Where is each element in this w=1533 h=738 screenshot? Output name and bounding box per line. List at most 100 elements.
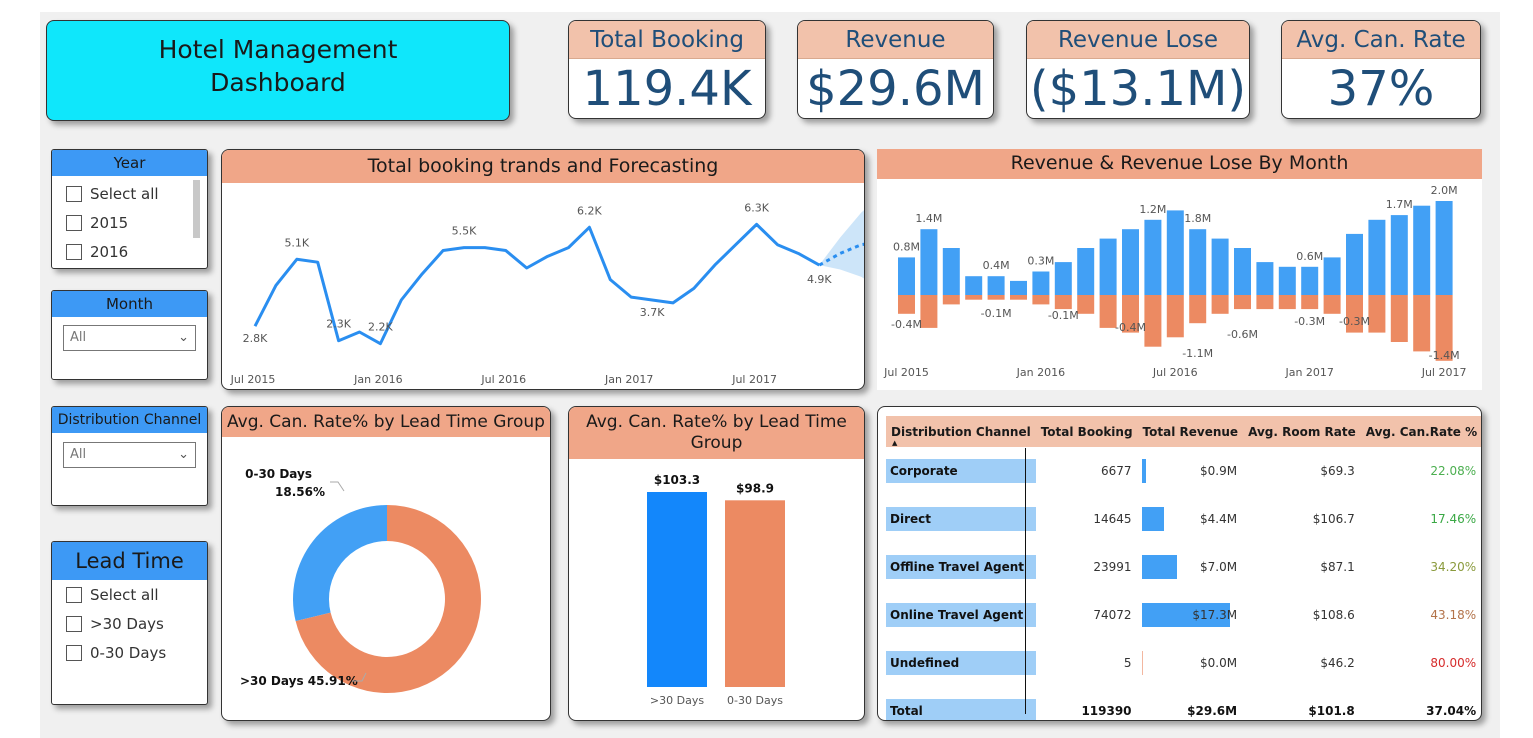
checkbox-empty-icon[interactable] <box>66 616 82 632</box>
revenue-bar <box>1278 266 1296 295</box>
channel-name: Offline Travel Agent <box>886 555 1036 579</box>
year-slicer: Year Select all 2015 2016 <box>51 149 208 269</box>
revenue-bar <box>987 276 1005 295</box>
cell-channel: Direct <box>886 495 1036 543</box>
data-label-bottom: -0.6M <box>1227 328 1258 341</box>
table-body: Corporate 6677 $0.9M $69.3 22.08% Direct 14645… <box>886 447 1481 720</box>
table-row[interactable]: Direct 14645 $4.4M $106.7 17.46% <box>886 495 1481 543</box>
lead-option-over-30[interactable]: >30 Days <box>66 615 164 633</box>
table-row[interactable]: Online Travel Agent 74072 $17.3M $108.6 43.1… <box>886 591 1481 639</box>
revenue-lose-bar <box>942 295 960 305</box>
dashboard-title-card: Hotel Management Dashboard <box>46 20 510 121</box>
cell-channel: Corporate <box>886 447 1036 495</box>
kpi-label: Total Booking <box>569 21 765 59</box>
channel-name: Online Travel Agent <box>886 603 1036 627</box>
dashboard-title-line1: Hotel Management <box>158 35 398 64</box>
checkbox-empty-icon[interactable] <box>66 186 82 202</box>
chart-title: Avg. Can. Rate% by Lead Time Group <box>222 407 550 437</box>
revenue-bar <box>1189 229 1207 295</box>
revenue-bar <box>898 257 915 295</box>
kpi-label: Revenue Lose <box>1027 21 1249 59</box>
chevron-down-icon[interactable]: ⌄ <box>178 443 189 467</box>
option-label: 2016 <box>90 243 129 261</box>
revenue-lose-bar <box>1278 295 1296 310</box>
table-row[interactable]: Undefined 5 $0.0M $46.2 80.00% <box>886 639 1481 687</box>
column-header-can-rate[interactable]: Avg. Can.Rate % <box>1360 416 1481 447</box>
column-bar <box>647 492 707 687</box>
leader-line <box>330 481 345 492</box>
data-label-top: 0.4M <box>983 259 1010 272</box>
cell-channel: Online Travel Agent <box>886 591 1036 639</box>
data-label-bottom: -0.4M <box>1115 321 1146 334</box>
month-dropdown[interactable]: All ⌄ <box>63 325 196 351</box>
cell-channel: Undefined <box>886 639 1036 687</box>
lead-option-0-30[interactable]: 0-30 Days <box>66 644 166 662</box>
kpi-label: Avg. Can. Rate <box>1282 21 1480 59</box>
distribution-table: Distribution Channel ▲ Total Booking Tot… <box>877 406 1482 721</box>
kpi-avg-can-rate: Avg. Can. Rate 37% <box>1281 20 1481 119</box>
channel-dropdown-value: All <box>70 447 87 462</box>
data-label: 5.1K <box>284 236 309 249</box>
channel-name: Undefined <box>886 651 1036 675</box>
column-header-revenue[interactable]: Total Revenue <box>1137 416 1244 447</box>
booking-trend-chart: Total booking trands and Forecasting 2.8… <box>221 149 865 390</box>
table-total-row: Total 119390 $29.6M $101.8 37.04% <box>886 687 1481 720</box>
year-option-select-all[interactable]: Select all <box>66 185 159 203</box>
revenue-bar <box>920 229 938 295</box>
revenue-lose-bar <box>987 295 1005 300</box>
kpi-revenue: Revenue $29.6M <box>797 20 994 119</box>
column-header-booking[interactable]: Total Booking <box>1035 416 1138 447</box>
option-label: 0-30 Days <box>90 644 167 662</box>
column-header-room-rate[interactable]: Avg. Room Rate <box>1243 416 1361 447</box>
column-category-label: 0-30 Days <box>727 694 783 707</box>
cell-revenue: $29.6M <box>1187 704 1238 718</box>
year-slicer-scrollbar[interactable] <box>193 180 200 238</box>
table-row[interactable]: Offline Travel Agent 23991 $7.0M $87.1 34.20… <box>886 543 1481 591</box>
year-option-2015[interactable]: 2015 <box>66 214 128 232</box>
revenue-lose-bar <box>1323 295 1341 314</box>
lead-option-select-all[interactable]: Select all <box>66 586 159 604</box>
channel-dropdown[interactable]: All ⌄ <box>63 442 196 468</box>
table-row[interactable]: Corporate 6677 $0.9M $69.3 22.08% <box>886 447 1481 495</box>
data-label-top: 2.0M <box>1431 184 1458 197</box>
column-value-label: $103.3 <box>654 473 700 487</box>
cell-channel: Offline Travel Agent <box>886 543 1036 591</box>
checkbox-empty-icon[interactable] <box>66 645 82 661</box>
channel-name: Corporate <box>886 459 1036 483</box>
checkbox-empty-icon[interactable] <box>66 244 82 260</box>
revenue-bar <box>1435 201 1453 295</box>
option-label: Select all <box>90 185 159 203</box>
cell-revenue: $4.4M <box>1138 495 1244 543</box>
option-label: 2015 <box>90 214 129 232</box>
revenue-bar <box>1144 219 1162 295</box>
revenue-lose-bar <box>1413 295 1431 352</box>
donut-slice-0-30 <box>293 505 387 622</box>
checkbox-empty-icon[interactable] <box>66 215 82 231</box>
checkbox-empty-icon[interactable] <box>66 587 82 603</box>
revenue-lose-bar <box>1010 295 1027 300</box>
data-label: 6.3K <box>744 201 769 214</box>
month-slicer: Month All ⌄ <box>51 290 208 380</box>
chevron-down-icon[interactable]: ⌄ <box>178 326 189 350</box>
month-dropdown-value: All <box>70 330 87 345</box>
revenue-bar <box>1413 205 1431 295</box>
revenue-bar <box>1211 238 1229 295</box>
revenue-bar <box>1368 219 1386 295</box>
column-header-channel[interactable]: Distribution Channel ▲ <box>886 416 1036 447</box>
year-option-2016[interactable]: 2016 <box>66 243 128 261</box>
kpi-value: $29.6M <box>806 61 985 117</box>
cell-room-rate: $69.3 <box>1320 464 1355 478</box>
chart-title: Revenue & Revenue Lose By Month <box>877 149 1482 179</box>
x-tick-label: Jan 2017 <box>1284 366 1333 379</box>
data-label-bottom: -0.4M <box>891 318 922 331</box>
data-label-top: 1.7M <box>1386 198 1413 211</box>
cell-room-rate: $87.1 <box>1320 560 1355 574</box>
kpi-value: ($13.1M) <box>1029 61 1247 117</box>
sort-asc-icon[interactable]: ▲ <box>892 439 897 447</box>
total-label: Total <box>886 699 1036 720</box>
cell-room-rate: $108.6 <box>1312 608 1355 622</box>
cell-can-rate: 80.00% <box>1361 639 1481 687</box>
cell-can-rate: 22.08% <box>1361 447 1481 495</box>
revenue-data-bar <box>1141 651 1143 675</box>
x-tick-label: Jul 2016 <box>480 373 526 386</box>
